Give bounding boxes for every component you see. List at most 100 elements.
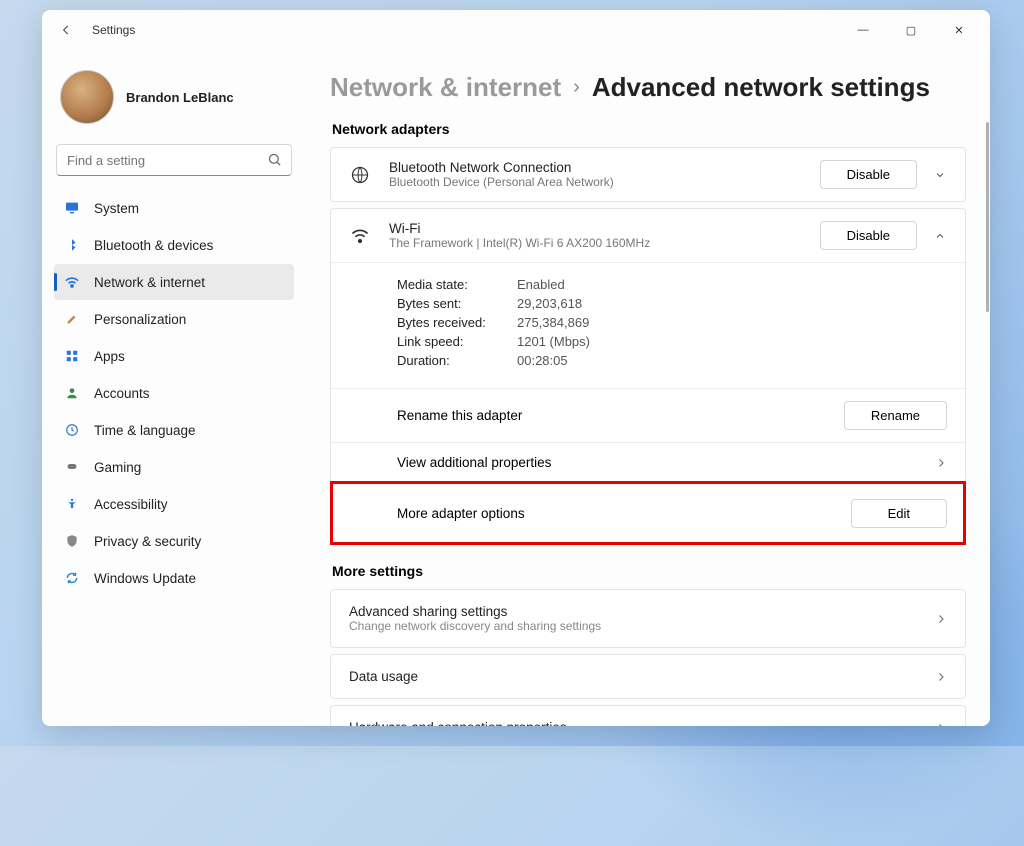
gamepad-icon: [64, 459, 80, 475]
adapter-row[interactable]: Bluetooth Network Connection Bluetooth D…: [331, 148, 965, 201]
sidebar-item-accessibility[interactable]: Accessibility: [54, 486, 294, 522]
detail-value: 275,384,869: [517, 315, 589, 330]
avatar: [60, 70, 114, 124]
view-properties-label: View additional properties: [397, 455, 923, 470]
search-wrap: [56, 144, 292, 176]
profile-name: Brandon LeBlanc: [126, 90, 234, 105]
disable-button[interactable]: Disable: [820, 160, 917, 189]
rename-label: Rename this adapter: [397, 408, 844, 423]
sidebar-item-personalization[interactable]: Personalization: [54, 301, 294, 337]
sidebar-item-bluetooth[interactable]: Bluetooth & devices: [54, 227, 294, 263]
chevron-up-icon[interactable]: [933, 229, 947, 243]
adapter-wifi: Wi-Fi The Framework | Intel(R) Wi-Fi 6 A…: [330, 208, 966, 545]
rename-adapter-row: Rename this adapter Rename: [331, 388, 965, 442]
detail-value: Enabled: [517, 277, 565, 292]
sidebar-item-accounts[interactable]: Accounts: [54, 375, 294, 411]
brush-icon: [64, 311, 80, 327]
rename-button[interactable]: Rename: [844, 401, 947, 430]
chevron-right-icon: [935, 457, 947, 469]
adapter-bluetooth: Bluetooth Network Connection Bluetooth D…: [330, 147, 966, 202]
app-title: Settings: [92, 23, 135, 37]
sidebar-item-label: System: [94, 201, 139, 216]
person-icon: [64, 385, 80, 401]
maximize-button[interactable]: ▢: [896, 24, 926, 37]
clock-icon: [64, 422, 80, 438]
scrollbar-thumb[interactable]: [986, 122, 989, 312]
adapter-row[interactable]: Wi-Fi The Framework | Intel(R) Wi-Fi 6 A…: [331, 209, 965, 262]
detail-key: Bytes received:: [397, 315, 517, 330]
sidebar-item-privacy[interactable]: Privacy & security: [54, 523, 294, 559]
titlebar: Settings — ▢ ✕: [42, 10, 990, 50]
sidebar-item-label: Accounts: [94, 386, 150, 401]
chevron-right-icon: [935, 722, 947, 727]
sidebar-item-label: Network & internet: [94, 275, 205, 290]
chevron-right-icon: [935, 671, 947, 683]
data-usage-row[interactable]: Data usage: [330, 654, 966, 699]
shield-icon: [64, 533, 80, 549]
close-button[interactable]: ✕: [944, 24, 974, 37]
advanced-sharing-row[interactable]: Advanced sharing settings Change network…: [330, 589, 966, 648]
sidebar-item-label: Time & language: [94, 423, 196, 438]
detail-value: 00:28:05: [517, 353, 568, 368]
accessibility-icon: [64, 496, 80, 512]
adapter-info: Bluetooth Network Connection Bluetooth D…: [389, 160, 820, 189]
more-card-sub: Change network discovery and sharing set…: [349, 619, 923, 633]
adapter-sub: Bluetooth Device (Personal Area Network): [389, 175, 820, 189]
sidebar-item-label: Gaming: [94, 460, 141, 475]
sidebar-item-label: Accessibility: [94, 497, 168, 512]
page-title: Advanced network settings: [592, 72, 930, 103]
detail-key: Duration:: [397, 353, 517, 368]
breadcrumb-parent[interactable]: Network & internet: [330, 72, 561, 103]
content: Brandon LeBlanc System Bluetooth & devic…: [42, 50, 990, 726]
chevron-right-icon: ›: [573, 76, 580, 99]
adapter-name: Bluetooth Network Connection: [389, 160, 820, 175]
settings-window: Settings — ▢ ✕ Brandon LeBlanc System: [42, 10, 990, 726]
main: Network & internet › Advanced network se…: [306, 50, 990, 726]
sidebar-item-label: Apps: [94, 349, 125, 364]
window-controls: — ▢ ✕: [848, 24, 982, 37]
breadcrumb: Network & internet › Advanced network se…: [330, 72, 966, 103]
detail-value: 29,203,618: [517, 296, 582, 311]
back-button[interactable]: [50, 14, 82, 46]
more-options-label: More adapter options: [397, 506, 851, 521]
profile[interactable]: Brandon LeBlanc: [54, 50, 294, 144]
search-icon: [267, 152, 282, 167]
chevron-right-icon: [935, 613, 947, 625]
bluetooth-adapter-icon: [349, 164, 371, 186]
detail-key: Link speed:: [397, 334, 517, 349]
section-more-settings: More settings: [332, 563, 966, 579]
hardware-properties-row[interactable]: Hardware and connection properties: [330, 705, 966, 726]
sidebar-item-label: Windows Update: [94, 571, 196, 586]
detail-key: Bytes sent:: [397, 296, 517, 311]
sidebar-item-network[interactable]: Network & internet: [54, 264, 294, 300]
view-properties-row[interactable]: View additional properties: [331, 442, 965, 482]
detail-key: Media state:: [397, 277, 517, 292]
nav: System Bluetooth & devices Network & int…: [54, 190, 294, 597]
refresh-icon: [64, 570, 80, 586]
more-card-title: Data usage: [349, 669, 923, 684]
sidebar-item-time[interactable]: Time & language: [54, 412, 294, 448]
edit-button[interactable]: Edit: [851, 499, 947, 528]
section-network-adapters: Network adapters: [332, 121, 966, 137]
chevron-down-icon[interactable]: [933, 168, 947, 182]
disable-button[interactable]: Disable: [820, 221, 917, 250]
sidebar-item-label: Personalization: [94, 312, 186, 327]
sidebar: Brandon LeBlanc System Bluetooth & devic…: [42, 50, 306, 726]
wifi-icon: [64, 274, 80, 290]
adapter-info: Wi-Fi The Framework | Intel(R) Wi-Fi 6 A…: [389, 221, 820, 250]
more-card-title: Hardware and connection properties: [349, 720, 923, 726]
wifi-details: Media state:Enabled Bytes sent:29,203,61…: [331, 263, 965, 388]
sidebar-item-system[interactable]: System: [54, 190, 294, 226]
bluetooth-icon: [64, 237, 80, 253]
adapter-name: Wi-Fi: [389, 221, 820, 236]
sidebar-item-gaming[interactable]: Gaming: [54, 449, 294, 485]
more-card-title: Advanced sharing settings: [349, 604, 923, 619]
sidebar-item-label: Bluetooth & devices: [94, 238, 213, 253]
monitor-icon: [64, 200, 80, 216]
sidebar-item-apps[interactable]: Apps: [54, 338, 294, 374]
adapter-sub: The Framework | Intel(R) Wi-Fi 6 AX200 1…: [389, 236, 820, 250]
search-input[interactable]: [56, 144, 292, 176]
minimize-button[interactable]: —: [848, 24, 878, 37]
more-adapter-options-row[interactable]: More adapter options Edit: [331, 482, 965, 544]
sidebar-item-update[interactable]: Windows Update: [54, 560, 294, 596]
